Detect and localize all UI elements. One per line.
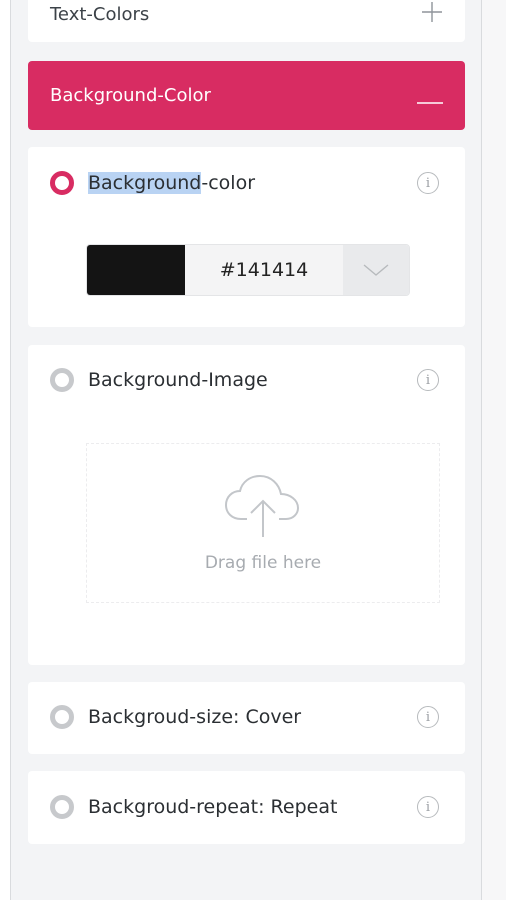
option-label: Backgroud-size: Cover — [88, 706, 302, 728]
radio-button[interactable] — [50, 705, 74, 729]
file-dropzone[interactable]: Drag file here — [86, 443, 440, 603]
radio-button[interactable] — [50, 368, 74, 392]
dropzone-text: Drag file here — [204, 553, 322, 573]
radio-button[interactable] — [50, 795, 74, 819]
hex-input[interactable]: #141414 — [185, 245, 343, 295]
minus-icon[interactable] — [417, 81, 443, 111]
option-card-background-color: Background-color i #141414 — [28, 147, 465, 327]
plus-icon[interactable] — [421, 0, 443, 29]
option-card-background-image: Background-Image i Drag file here — [28, 345, 465, 665]
accordion-title: Background-Color — [50, 85, 211, 106]
info-icon[interactable]: i — [417, 369, 439, 391]
accordion-title: Text-Colors — [50, 3, 150, 25]
radio-button[interactable] — [50, 171, 74, 195]
option-card-background-size: Backgroud-size: Cover i — [28, 682, 465, 754]
color-swatch[interactable] — [87, 245, 185, 295]
option-card-background-repeat: Backgroud-repeat: Repeat i — [28, 771, 465, 844]
info-icon[interactable]: i — [417, 796, 439, 818]
cloud-upload-icon — [223, 473, 303, 543]
option-label: Background-color — [88, 172, 256, 194]
option-label: Backgroud-repeat: Repeat — [88, 796, 338, 818]
accordion-background-color[interactable]: Background-Color — [28, 61, 465, 130]
color-picker[interactable]: #141414 — [86, 244, 410, 296]
info-icon[interactable]: i — [417, 706, 439, 728]
option-label: Background-Image — [88, 369, 268, 391]
accordion-text-colors[interactable]: Text-Colors — [28, 0, 465, 42]
info-icon[interactable]: i — [417, 172, 439, 194]
chevron-down-icon[interactable] — [343, 245, 409, 295]
scroll-area — [482, 0, 506, 900]
